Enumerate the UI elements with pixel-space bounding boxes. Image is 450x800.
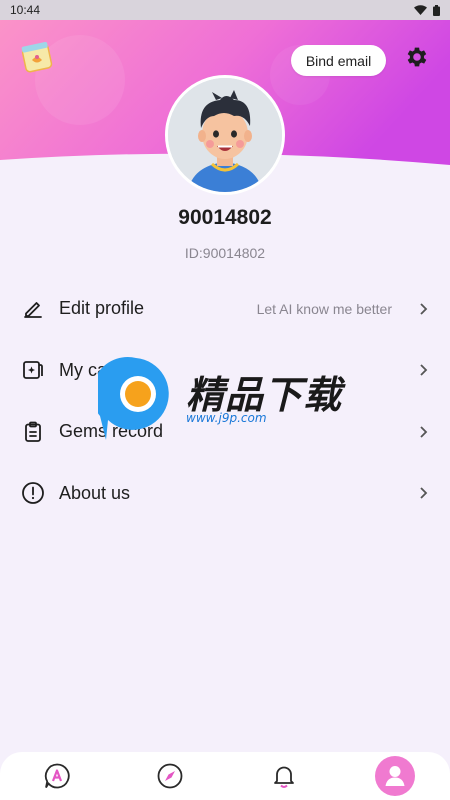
chevron-right-icon bbox=[420, 364, 428, 376]
wifi-icon bbox=[414, 5, 427, 15]
edit-icon bbox=[20, 296, 46, 322]
menu-item-about-us[interactable]: About us bbox=[0, 463, 450, 525]
nav-item-explore[interactable] bbox=[148, 754, 192, 798]
status-time: 10:44 bbox=[10, 3, 41, 17]
bottom-nav bbox=[0, 752, 450, 800]
card-sparkle-icon bbox=[20, 357, 46, 383]
menu-item-edit-profile[interactable]: Edit profile Let AI know me better bbox=[0, 278, 450, 340]
menu-item-label: My cards bbox=[59, 359, 133, 380]
bind-email-button[interactable]: Bind email bbox=[291, 45, 386, 76]
bell-icon bbox=[273, 766, 294, 788]
compass-icon bbox=[157, 763, 183, 789]
nav-item-profile[interactable] bbox=[375, 756, 416, 796]
battery-icon bbox=[433, 4, 440, 16]
status-icons bbox=[414, 4, 440, 16]
chevron-right-icon bbox=[420, 303, 428, 315]
menu-item-label: About us bbox=[59, 482, 131, 503]
username: 90014802 bbox=[178, 206, 272, 229]
menu-item-gems-record[interactable]: Gems record bbox=[0, 401, 450, 463]
menu-item-hint: Let AI know me better bbox=[256, 300, 392, 317]
nav-item-chat[interactable] bbox=[35, 754, 79, 798]
nav-item-notifications[interactable] bbox=[262, 754, 306, 798]
clipboard-icon bbox=[20, 419, 46, 445]
avatar bbox=[168, 78, 282, 192]
menu-item-label: Edit profile bbox=[59, 298, 145, 319]
chat-a-icon bbox=[44, 763, 70, 789]
menu-list: Edit profile Let AI know me better My ca… bbox=[0, 278, 450, 524]
menu-item-my-cards[interactable]: My cards bbox=[0, 340, 450, 402]
app-logo[interactable] bbox=[20, 40, 54, 74]
info-icon bbox=[20, 480, 46, 506]
profile-icon bbox=[385, 766, 405, 786]
user-id: ID:90014802 bbox=[184, 245, 266, 261]
menu-item-label: Gems record bbox=[59, 421, 164, 442]
gear-icon[interactable] bbox=[404, 44, 430, 70]
status-bar: 10:44 bbox=[0, 0, 450, 20]
avatar-frame[interactable] bbox=[165, 75, 285, 195]
chevron-right-icon bbox=[420, 426, 428, 438]
chevron-right-icon bbox=[420, 487, 428, 499]
